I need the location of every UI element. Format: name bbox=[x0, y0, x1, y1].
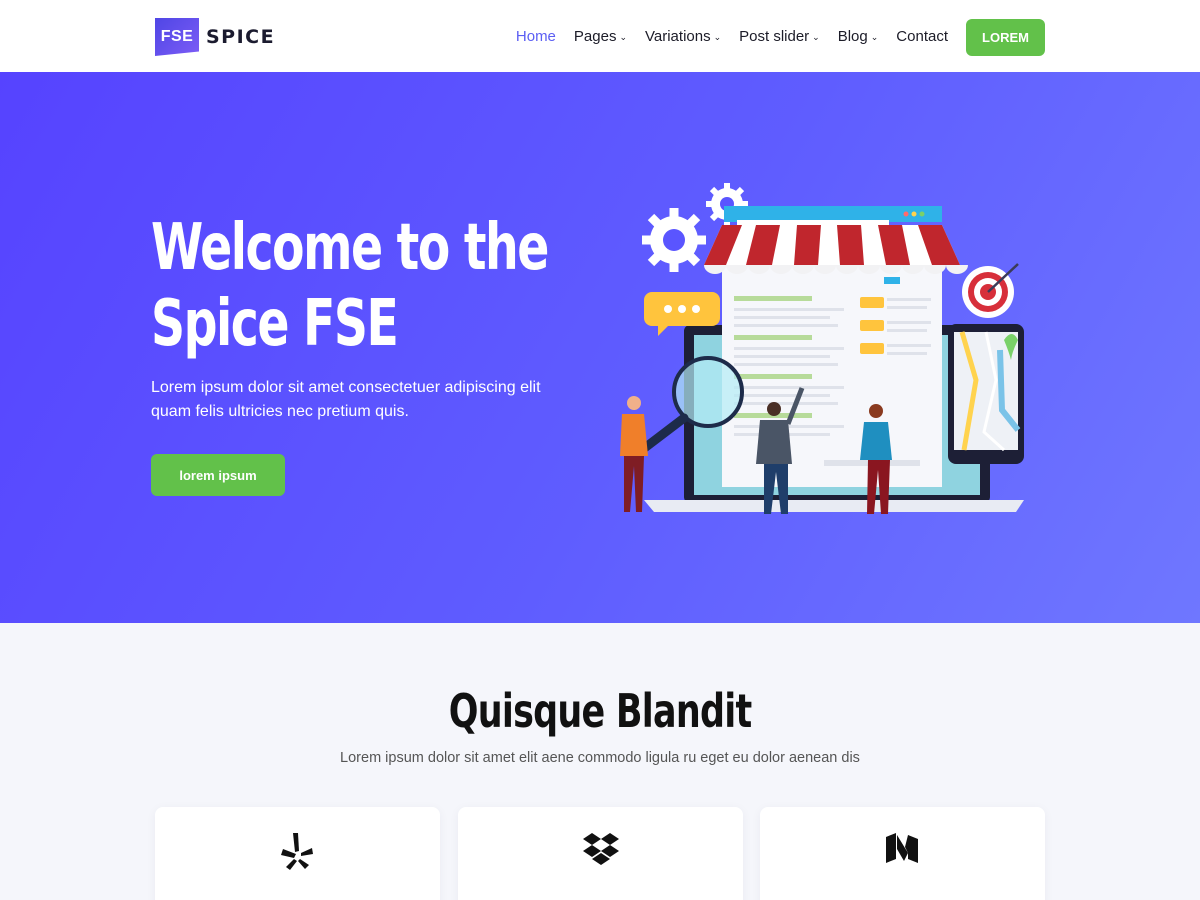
nav-blog[interactable]: Blog ⌄ bbox=[838, 28, 879, 45]
hero-title: Welcome to the Spice FSE bbox=[151, 210, 549, 362]
chevron-down-icon: ⌄ bbox=[713, 32, 722, 42]
feature-card[interactable] bbox=[760, 807, 1045, 900]
online-store-illustration bbox=[620, 183, 1024, 514]
gear-icon bbox=[642, 208, 706, 272]
nav-variations-label: Variations bbox=[645, 28, 711, 45]
nav-variations[interactable]: Variations ⌄ bbox=[645, 28, 721, 45]
site-logo[interactable]: FSE SPICE bbox=[155, 18, 275, 56]
target-icon bbox=[962, 263, 1019, 318]
chevron-down-icon: ⌄ bbox=[619, 32, 627, 42]
feature-card[interactable] bbox=[458, 807, 743, 900]
feature-card[interactable] bbox=[155, 807, 440, 900]
section-subtitle: Lorem ipsum dolor sit amet elit aene com… bbox=[340, 750, 860, 766]
section-title-text: Quisque Blandit bbox=[448, 684, 752, 738]
nav-blog-label: Blog bbox=[837, 28, 868, 45]
header-cta-button[interactable]: LOREM bbox=[966, 19, 1045, 56]
hero-title-line-1: Welcome to the bbox=[151, 211, 549, 285]
logo-text: SPICE bbox=[206, 26, 276, 48]
dropbox-icon bbox=[583, 833, 619, 865]
nav-post-slider-label: Post slider bbox=[739, 28, 810, 45]
hero-title-line-2: Spice FSE bbox=[151, 287, 399, 361]
nav-pages[interactable]: Pages ⌄ bbox=[574, 28, 627, 45]
chevron-down-icon: ⌄ bbox=[812, 32, 820, 42]
medium-icon bbox=[886, 833, 918, 863]
yelp-icon bbox=[281, 833, 313, 870]
hero-cta-button[interactable]: lorem ipsum bbox=[151, 454, 285, 496]
hero-section: Welcome to the Spice FSE Lorem ipsum dol… bbox=[0, 72, 1200, 623]
nav-contact[interactable]: Contact bbox=[896, 28, 948, 45]
nav-pages-label: Pages bbox=[573, 28, 617, 45]
person-figure bbox=[620, 396, 648, 512]
hero-subtitle: Lorem ipsum dolor sit amet consectetuer … bbox=[151, 379, 541, 420]
phone-map bbox=[948, 324, 1024, 464]
logo-badge: FSE bbox=[155, 18, 199, 56]
nav-post-slider[interactable]: Post slider ⌄ bbox=[739, 28, 820, 45]
nav-home[interactable]: Home bbox=[516, 28, 556, 45]
nav-contact-label: Contact bbox=[896, 28, 948, 45]
site-header: FSE SPICE Home Pages ⌄ Variations ⌄ Post s… bbox=[0, 0, 1200, 72]
section-title: Quisque Blandit bbox=[0, 684, 1200, 738]
main-nav: Home Pages ⌄ Variations ⌄ Post slider ⌄ Blo… bbox=[516, 28, 948, 45]
chevron-down-icon: ⌄ bbox=[870, 32, 879, 42]
nav-home-label: Home bbox=[515, 28, 556, 45]
